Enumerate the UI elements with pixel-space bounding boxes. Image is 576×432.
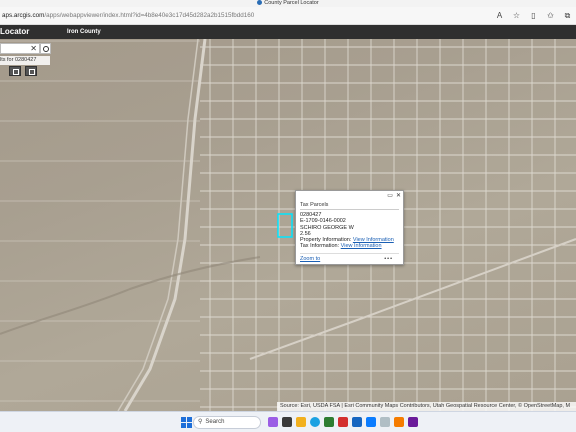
url-text[interactable]: aps.arcgis.com/apps/webappviewer/index.h… — [2, 11, 254, 21]
app-name: Locator — [0, 27, 30, 36]
app-favicon-icon — [257, 0, 263, 5]
search-input[interactable]: ✕ — [0, 43, 40, 54]
map-canvas[interactable] — [0, 39, 576, 411]
widgets-icon[interactable] — [268, 417, 278, 427]
task-view-icon[interactable] — [282, 417, 292, 427]
home-tool-button[interactable] — [9, 66, 21, 76]
tax-info-link[interactable]: View Information — [341, 243, 382, 249]
dry-wash — [0, 256, 261, 335]
selected-parcel-highlight[interactable] — [277, 213, 293, 238]
favorites-list-icon[interactable]: ✩ — [546, 11, 555, 20]
collections-icon[interactable]: ⧉ — [563, 11, 572, 20]
store-icon[interactable] — [324, 417, 334, 427]
file-explorer-icon[interactable] — [296, 417, 306, 427]
search-button[interactable] — [40, 43, 51, 54]
windows-start-icon[interactable] — [181, 417, 192, 428]
more-icon[interactable]: ••• — [384, 256, 393, 262]
map-view[interactable] — [0, 39, 576, 411]
app-icon[interactable] — [338, 417, 348, 427]
parcel-popup: ▭ ✕ Tax Parcels 0280427 E-1709-0146-0002… — [295, 190, 404, 265]
window-title: County Parcel Locator — [0, 0, 576, 7]
tax-info-row: Tax Information: View Information — [300, 243, 382, 250]
app-subtitle: Iron County — [67, 29, 101, 35]
highway-road — [123, 39, 207, 411]
layers-tool-button[interactable] — [25, 66, 37, 76]
popup-footer: Zoom to ••• — [300, 253, 399, 262]
teams-icon[interactable] — [408, 417, 418, 427]
read-aloud-icon[interactable]: A — [495, 11, 504, 20]
app-header: Locator Iron County — [0, 25, 576, 39]
browser-tools: A ☆ ▯ ✩ ⧉ — [495, 11, 572, 20]
taskbar: ⚲ Search — [0, 411, 576, 432]
search-results-hint: lts for 0280427 — [0, 56, 50, 65]
settings-icon[interactable] — [380, 417, 390, 427]
edge-browser-icon[interactable] — [310, 417, 320, 427]
browser-address-bar[interactable]: aps.arcgis.com/apps/webappviewer/index.h… — [0, 7, 576, 25]
popup-body: 0280427 E-1709-0146-0002 SCHIRO GEORGE W… — [300, 212, 394, 250]
zoom-to-link[interactable]: Zoom to — [300, 256, 320, 262]
outlook-icon[interactable] — [366, 417, 376, 427]
maximize-icon[interactable]: ▭ — [387, 192, 393, 199]
popup-title: Tax Parcels — [300, 202, 329, 208]
search-icon: ⚲ — [198, 419, 203, 425]
property-info-link[interactable]: View Information — [353, 237, 394, 243]
window-title-bar: County Parcel Locator — [0, 0, 576, 7]
map-attribution: Source: Esri, USDA FSA | Esri Community … — [277, 402, 576, 411]
close-icon[interactable]: ✕ — [396, 192, 401, 199]
close-icon[interactable]: ✕ — [30, 44, 37, 54]
popup-divider — [300, 209, 399, 210]
popup-controls: ▭ ✕ — [387, 192, 401, 199]
split-screen-icon[interactable]: ▯ — [529, 11, 538, 20]
photos-icon[interactable] — [394, 417, 404, 427]
taskbar-search[interactable]: ⚲ Search — [193, 416, 261, 429]
favorite-icon[interactable]: ☆ — [512, 11, 521, 20]
mail-icon[interactable] — [352, 417, 362, 427]
